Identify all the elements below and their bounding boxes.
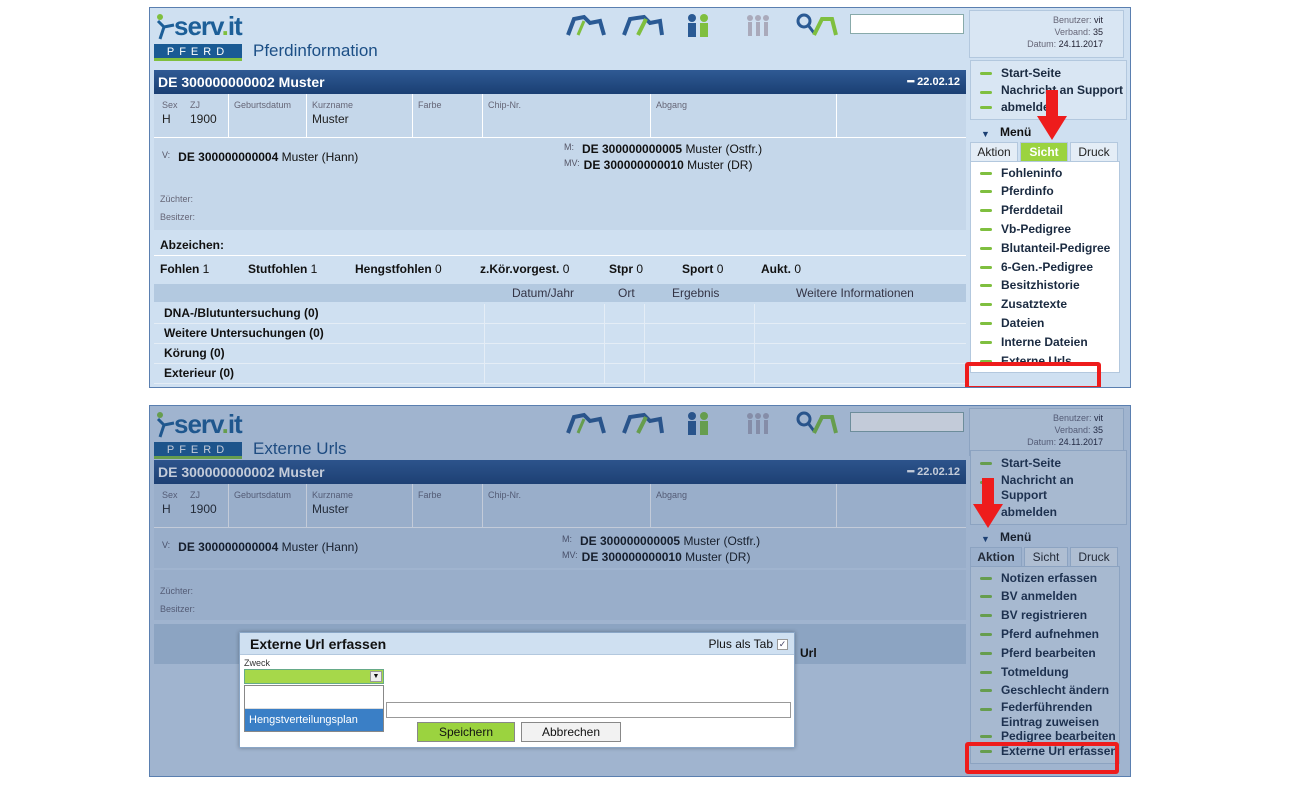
highlight-box — [965, 742, 1119, 774]
pferd-badge: PFERD — [154, 44, 242, 61]
count-aukt: Aukt. 0 — [761, 262, 802, 276]
page-title: Pferdinformation — [253, 41, 378, 60]
servit-logo[interactable]: serv.it — [154, 11, 244, 41]
menu-tabs: Aktion Sicht Druck — [970, 141, 1127, 161]
col-sex: Sex H — [162, 100, 178, 126]
menu-item-pferddetail[interactable]: Pferddetail — [971, 201, 1119, 220]
people-group-icon[interactable] — [680, 11, 724, 39]
menu-item-interne-dateien[interactable]: Interne Dateien — [971, 333, 1119, 352]
horse-title: DE 300000000002 Muster — [158, 74, 325, 90]
col-chip: Chip-Nr. — [488, 100, 522, 110]
owners-block: Züchter: Besitzer: — [154, 178, 966, 230]
toolbar-search-input[interactable] — [850, 14, 964, 34]
menu-item-fohleninfo[interactable]: Fohleninfo — [971, 164, 1119, 183]
menu-item-6gen-pedigree[interactable]: 6-Gen.-Pedigree — [971, 258, 1119, 277]
horse-group-icon[interactable] — [564, 11, 608, 39]
dam-line[interactable]: M: DE 300000000005 Muster (Ostfr.) — [564, 142, 762, 156]
menu-item-vb-pedigree[interactable]: Vb-Pedigree — [971, 220, 1119, 239]
menu-item-dateien[interactable]: Dateien — [971, 314, 1119, 333]
horse-green-icon[interactable] — [620, 11, 664, 39]
people-grey-icon[interactable] — [738, 11, 782, 39]
count-stpr: Stpr 0 — [609, 262, 644, 276]
nav-start-seite[interactable]: Start-Seite — [971, 64, 1126, 83]
exam-table: DNA-/Blutuntersuchung (0) Weitere Unters… — [154, 304, 966, 384]
menu-item-pferdinfo[interactable]: Pferdinfo — [971, 182, 1119, 201]
abzeichen-label: Abzeichen: — [154, 234, 966, 256]
count-stutfohlen: Stutfohlen 1 — [248, 262, 318, 276]
col-abgang: Abgang — [656, 100, 688, 110]
url-column-header: Url — [800, 646, 817, 660]
dam-sire-line[interactable]: MV: DE 300000000010 Muster (DR) — [564, 158, 752, 172]
count-koer: z.Kör.vorgest. 0 — [480, 262, 570, 276]
table-row[interactable]: Körung (0) — [154, 344, 966, 364]
save-button[interactable]: Speichern — [417, 722, 515, 742]
screenshot-pferdinformation: serv.it PFERD Pferdinformation Benutzer:… — [149, 7, 1131, 388]
highlight-box — [965, 362, 1101, 387]
table-row[interactable]: Weitere Untersuchungen (0) — [154, 324, 966, 344]
horse-search-icon[interactable] — [794, 11, 838, 39]
col-farbe: Farbe — [418, 100, 442, 110]
count-hengstfohlen: Hengstfohlen 0 — [355, 262, 442, 276]
rider-logo-icon — [156, 14, 175, 40]
menu-item-zusatztexte[interactable]: Zusatztexte — [971, 295, 1119, 314]
menu-item-besitzhistorie[interactable]: Besitzhistorie — [971, 276, 1119, 295]
count-sport: Sport 0 — [682, 262, 724, 276]
dialog-title: Externe Url erfassen Plus als Tab ✓ — [240, 633, 794, 655]
exam-table-header: Datum/Jahr Ort Ergebnis Weitere Informat… — [154, 284, 966, 302]
pedigree-block: V: DE 300000000004 Muster (Hann) M: DE 300… — [154, 138, 966, 178]
option-hengstverteilungsplan[interactable]: Hengstverteilungsplan — [245, 709, 383, 731]
count-fohlen: Fohlen 1 — [160, 262, 210, 276]
externe-url-dialog: Externe Url erfassen Plus als Tab ✓ Zweck… — [239, 632, 795, 748]
tab-aktion[interactable]: Aktion — [970, 141, 1018, 161]
horse-info-grid: Sex H ZJ 1900 Geburtsdatum Kurzname Muster … — [154, 94, 966, 138]
col-zj: ZJ 1900 — [190, 100, 217, 126]
dropdown-arrow-icon[interactable]: ▼ — [370, 671, 382, 682]
zweck-label: Zweck — [244, 658, 271, 668]
offspring-counts: Fohlen 1 Stutfohlen 1 Hengstfohlen 0 z.K… — [154, 258, 966, 280]
col-kurzname: Kurzname Muster — [312, 100, 354, 126]
plus-als-tab-option[interactable]: Plus als Tab ✓ — [709, 633, 788, 655]
checkbox-checked-icon[interactable]: ✓ — [777, 639, 788, 651]
tab-sicht[interactable]: Sicht — [1020, 141, 1068, 161]
col-geburtsdatum: Geburtsdatum — [234, 100, 292, 110]
menu-item-blutanteil-pedigree[interactable]: Blutanteil-Pedigree — [971, 239, 1119, 258]
screenshot-externe-urls: serv.it PFERD Externe Urls Benutzer: vit… — [149, 405, 1131, 777]
table-row[interactable]: DNA-/Blutuntersuchung (0) — [154, 304, 966, 324]
user-info: Benutzer: vit Verband: 35 Datum: 24.11.2… — [969, 10, 1124, 58]
option-empty[interactable] — [245, 686, 383, 709]
horse-date: ━ 22.02.12 — [907, 76, 960, 88]
url-input[interactable] — [386, 702, 791, 718]
tab-druck[interactable]: Druck — [1070, 141, 1118, 161]
horse-header: DE 300000000002 Muster ━ 22.02.12 — [154, 70, 966, 94]
table-row[interactable]: Exterieur (0) — [154, 364, 966, 384]
cancel-button[interactable]: Abbrechen — [521, 722, 621, 742]
red-arrow-down-icon — [1037, 90, 1067, 140]
triangle-down-icon: ▼ — [981, 128, 990, 139]
sire-line[interactable]: V: DE 300000000004 Muster (Hann) — [162, 150, 358, 164]
zweck-select[interactable]: ▼ — [244, 669, 384, 684]
menu-list-sicht: Fohleninfo Pferdinfo Pferddetail Vb-Pedi… — [970, 160, 1120, 374]
red-arrow-down-icon — [973, 478, 1003, 528]
zweck-options: Hengstverteilungsplan — [244, 685, 384, 732]
